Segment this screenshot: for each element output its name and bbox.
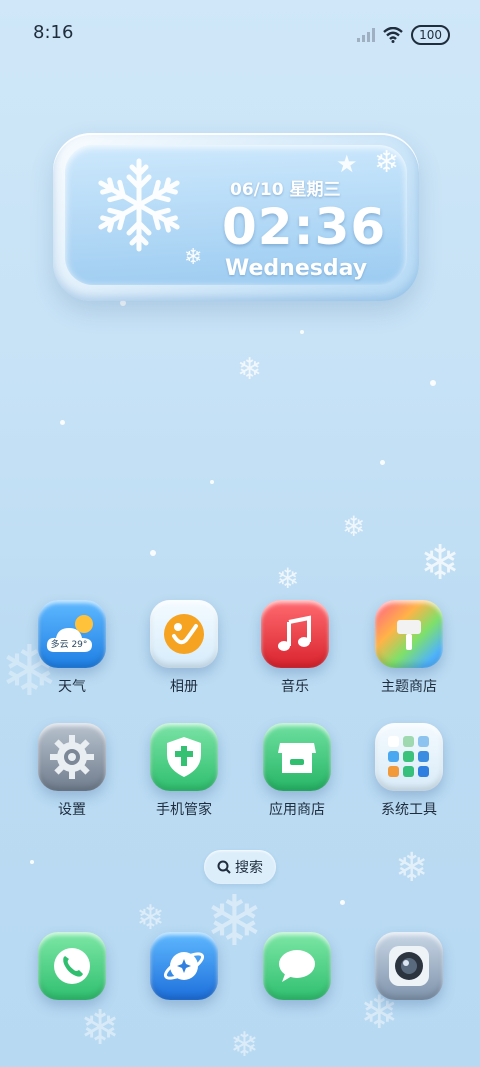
app-music[interactable]: 音乐 xyxy=(247,600,343,696)
paint-brush-icon xyxy=(397,620,421,650)
snowflake-icon: ❄ xyxy=(230,1025,259,1065)
snow-dot xyxy=(30,860,34,864)
weather-icon: 多云 29° xyxy=(38,600,106,668)
camera-icon xyxy=(375,932,443,1000)
widget-small-snowflake-icon: ❄ xyxy=(374,145,400,180)
status-icons: 100 xyxy=(357,25,450,45)
status-time: 8:16 xyxy=(33,22,74,43)
dock-camera[interactable] xyxy=(361,932,457,1000)
snow-dot xyxy=(210,480,214,484)
dock-browser[interactable] xyxy=(136,932,232,1000)
gallery-glyph-icon xyxy=(164,614,204,654)
battery-indicator: 100 xyxy=(411,25,450,45)
planet-icon xyxy=(163,952,205,980)
app-settings[interactable]: 设置 xyxy=(24,723,120,819)
search-button[interactable]: 搜索 xyxy=(204,850,276,884)
snowflake-icon: ❄ xyxy=(395,845,429,891)
app-label: 主题商店 xyxy=(381,679,437,695)
gallery-icon xyxy=(150,600,218,668)
snow-dot xyxy=(430,380,436,386)
snowflake-icon: ❄ xyxy=(276,562,300,595)
snow-dot xyxy=(300,330,304,334)
snowflake-icon: ❄ xyxy=(420,535,461,591)
snow-dot xyxy=(340,900,345,905)
app-system-tools[interactable]: 系统工具 xyxy=(361,723,457,819)
widget-date: 06/10 星期三 xyxy=(230,180,341,200)
widget-small-snowflake-icon: ❄ xyxy=(184,245,203,270)
shop-icon xyxy=(278,743,316,773)
app-label: 手机管家 xyxy=(156,802,212,818)
dock-phone[interactable] xyxy=(24,932,120,1000)
app-app-store[interactable]: 应用商店 xyxy=(249,723,345,819)
app-label: 设置 xyxy=(58,802,86,818)
app-label: 相册 xyxy=(170,679,198,695)
widget-star-icon: ★ xyxy=(336,150,358,178)
snow-dot xyxy=(150,550,156,556)
snowflake-icon: ❄ xyxy=(80,1000,121,1056)
cloud-sun-icon: 多云 29° xyxy=(46,615,93,652)
app-label: 应用商店 xyxy=(269,802,325,818)
music-icon xyxy=(261,600,329,668)
theme-store-icon xyxy=(375,600,443,668)
app-label: 天气 xyxy=(58,679,86,695)
gear-icon xyxy=(50,735,94,779)
folder-grid-icon xyxy=(388,736,429,777)
camera-lens-icon xyxy=(389,946,429,986)
phone-handset-icon xyxy=(54,948,90,984)
app-store-icon xyxy=(263,723,331,791)
app-weather[interactable]: 多云 29° 天气 xyxy=(24,600,120,696)
dock-messages[interactable] xyxy=(249,932,345,1000)
app-label: 音乐 xyxy=(281,679,309,695)
status-bar: 8:16 100 xyxy=(0,0,480,70)
security-icon xyxy=(150,723,218,791)
snowflake-icon: ❄ xyxy=(342,510,366,543)
settings-icon xyxy=(38,723,106,791)
snowflake-icon: ❄ xyxy=(237,352,263,387)
search-label: 搜索 xyxy=(235,860,263,876)
app-security[interactable]: 手机管家 xyxy=(136,723,232,819)
snow-dot xyxy=(60,420,65,425)
browser-icon xyxy=(150,932,218,1000)
app-label: 系统工具 xyxy=(381,802,437,818)
app-theme-store[interactable]: 主题商店 xyxy=(361,600,457,696)
shield-icon xyxy=(167,737,201,777)
app-gallery[interactable]: 相册 xyxy=(136,600,232,696)
wifi-icon xyxy=(383,27,403,43)
music-note-icon xyxy=(278,615,311,651)
messages-icon xyxy=(263,932,331,1000)
search-icon xyxy=(217,860,231,874)
widget-snowflake-icon xyxy=(88,158,190,255)
chat-bubble-icon xyxy=(279,950,315,982)
weather-icon-text: 多云 29° xyxy=(51,638,88,650)
signal-icon xyxy=(357,28,376,42)
phone-icon xyxy=(38,932,106,1000)
widget-time: 02:36 xyxy=(222,198,387,256)
snow-dot xyxy=(380,460,385,465)
widget-weekday: Wednesday xyxy=(225,256,368,281)
system-tools-icon xyxy=(375,723,443,791)
